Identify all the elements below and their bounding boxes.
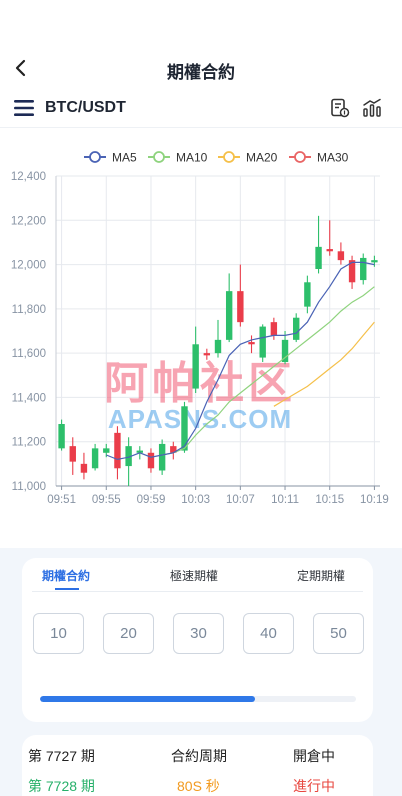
candle-body xyxy=(214,339,222,354)
pair-bar: BTC/USDT xyxy=(0,90,402,128)
legend-label: MA10 xyxy=(176,151,208,165)
duration-option[interactable]: 10 xyxy=(33,613,84,654)
x-tick-label: 10:07 xyxy=(226,494,255,506)
cycle-value: 80S 秒 xyxy=(177,778,220,794)
candle-body xyxy=(248,342,255,345)
candle-body xyxy=(158,443,166,471)
y-tick-label: 11,800 xyxy=(12,304,46,316)
y-tick-label: 12,000 xyxy=(11,260,46,272)
x-tick-label: 09:59 xyxy=(137,494,166,506)
duration-option[interactable]: 40 xyxy=(243,613,294,654)
legend-label: MA20 xyxy=(246,151,278,165)
next-period: 第 7728 期 xyxy=(28,778,95,794)
candle-body xyxy=(91,448,99,469)
candle-body xyxy=(80,463,88,473)
legend-marker xyxy=(294,151,306,163)
tab-options-contract[interactable]: 期權合約 xyxy=(42,567,90,584)
duration-option[interactable]: 30 xyxy=(173,613,224,654)
duration-option[interactable]: 20 xyxy=(103,613,154,654)
legend-label: MA5 xyxy=(112,151,137,165)
x-tick-label: 10:15 xyxy=(315,494,344,506)
tab-rapid-options[interactable]: 極速期權 xyxy=(170,567,218,584)
active-tab-indicator xyxy=(55,588,79,590)
watermark-text: 阿帕社区 xyxy=(104,358,296,409)
candle-body xyxy=(69,446,76,462)
top-section: 期權合約 BTC/USDT MA5 MA10 MA20 MA30 12,400 12,20… xyxy=(0,0,402,548)
hamburger-icon[interactable] xyxy=(14,99,36,117)
candle-body xyxy=(293,317,300,340)
current-period: 第 7727 期 xyxy=(28,748,95,764)
duration-option[interactable]: 50 xyxy=(313,613,364,654)
candle-body xyxy=(371,260,378,263)
candle-body xyxy=(114,432,121,469)
candlestick-chart[interactable]: MA5 MA10 MA20 MA30 12,400 12,200 12,000 11,800 1… xyxy=(0,140,402,520)
x-tick-label: 10:19 xyxy=(360,494,389,506)
candle-body xyxy=(315,246,322,269)
y-tick-label: 12,400 xyxy=(11,171,46,183)
candle-body xyxy=(103,448,110,453)
period-info-card: 第 7727 期 合約周期 開倉中 第 7728 期 80S 秒 進行中 xyxy=(22,735,373,796)
legend-marker xyxy=(89,151,101,163)
page-title: 期權合約 xyxy=(167,63,235,82)
bar-chart-icon[interactable] xyxy=(362,98,382,118)
title-bar: 期權合約 xyxy=(0,48,402,88)
contract-panel: 期權合約 極速期權 定期期權 10 20 30 40 50 xyxy=(22,558,373,722)
candle-body xyxy=(192,344,199,389)
y-tick-label: 11,600 xyxy=(12,348,46,360)
x-tick-label: 09:51 xyxy=(47,494,76,506)
tab-fixed-options[interactable]: 定期期權 xyxy=(297,567,345,584)
open-status: 開倉中 xyxy=(293,748,335,764)
y-tick-label: 11,000 xyxy=(12,481,46,493)
candle-body xyxy=(225,291,233,340)
candle-body xyxy=(326,249,333,252)
candle-body xyxy=(181,406,188,451)
candle-body xyxy=(304,282,311,307)
running-status: 進行中 xyxy=(293,778,335,794)
candle-body xyxy=(58,424,65,449)
tabs-divider xyxy=(32,591,363,592)
calculator-icon[interactable] xyxy=(330,98,350,118)
candle-body xyxy=(203,353,211,356)
candle-body xyxy=(147,452,155,469)
x-tick-label: 10:03 xyxy=(181,494,210,506)
candle-body xyxy=(270,322,278,336)
candle-body xyxy=(237,291,244,323)
legend-marker xyxy=(153,151,165,163)
progress-fill xyxy=(40,696,255,702)
y-tick-label: 11,200 xyxy=(12,437,46,449)
x-tick-label: 09:55 xyxy=(92,494,121,506)
candle-body xyxy=(337,251,345,261)
y-tick-label: 12,200 xyxy=(11,215,46,227)
cycle-label: 合約周期 xyxy=(171,748,227,764)
y-tick-label: 11,400 xyxy=(12,392,46,404)
legend-marker xyxy=(223,151,235,163)
legend-label: MA30 xyxy=(317,151,349,165)
x-tick-label: 10:11 xyxy=(271,494,299,506)
period-progress-bar xyxy=(40,696,356,702)
candle-body xyxy=(259,326,266,358)
trading-pair[interactable]: BTC/USDT xyxy=(45,99,126,117)
candle-body xyxy=(360,257,367,281)
